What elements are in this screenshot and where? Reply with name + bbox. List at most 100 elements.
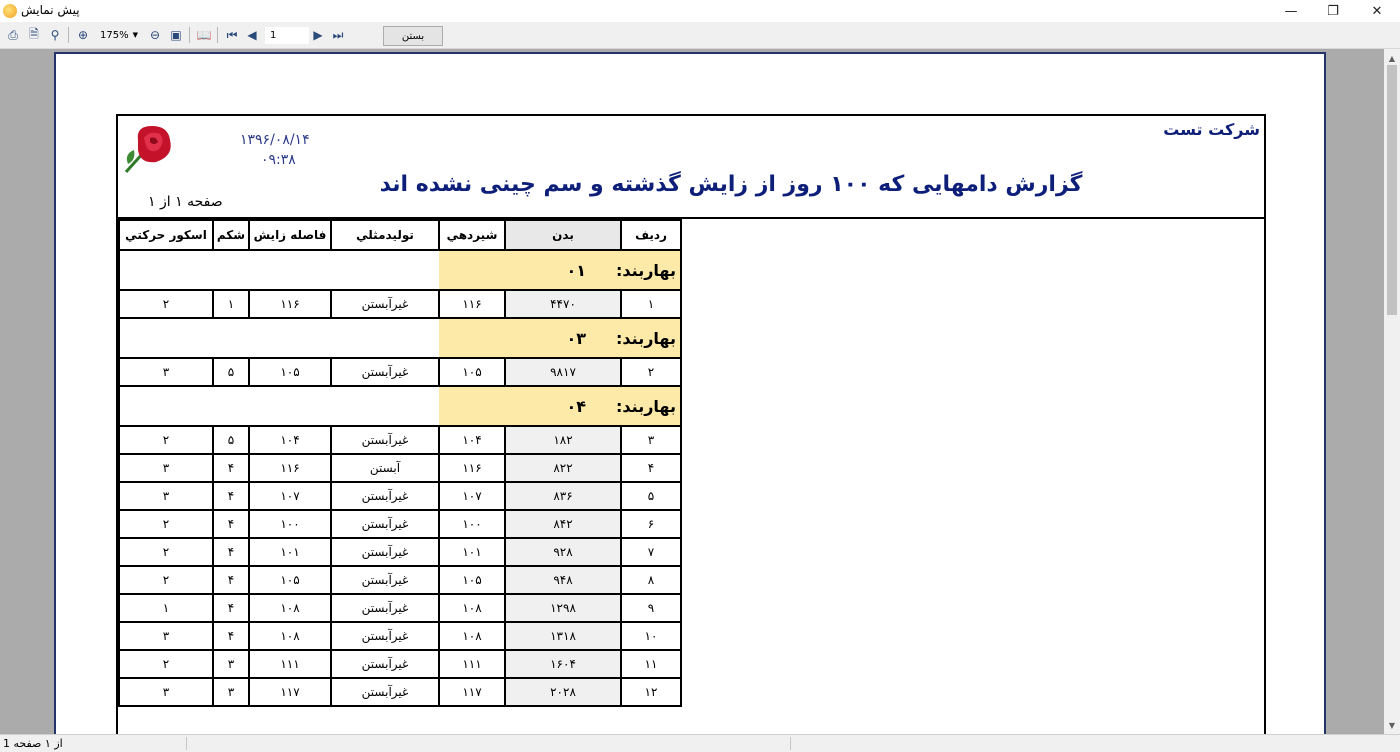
zoom-select[interactable]: 175% ▼	[100, 28, 140, 42]
export-icon[interactable]: 🗎	[26, 27, 42, 43]
table-cell: ۳	[118, 621, 214, 651]
status-bar: از ۱ صفحه 1	[0, 734, 1400, 752]
table-row: ۳ ۱۸۲ ۱۰۴ غیرآبستن ۱۰۴ ۵ ۲	[118, 425, 682, 455]
table-row: ۴ ۸۲۲ ۱۱۶ آبستن ۱۱۶ ۴ ۳	[118, 453, 682, 483]
group-value: ۰۳	[566, 328, 587, 348]
table-cell: ۱۰۰	[438, 509, 506, 539]
table-cell: ۱۱۷	[248, 677, 332, 707]
page-number-input[interactable]: 1	[265, 27, 309, 44]
last-page-icon[interactable]: ⏭	[330, 27, 346, 43]
table-cell: غیرآبستن	[330, 509, 440, 539]
table-cell: ۴	[212, 481, 250, 511]
group-label-text: بهاربند:	[616, 260, 676, 280]
table-cell: ۱۰۵	[438, 357, 506, 387]
report-table: رديف بدن شيردهي توليدمثلي فاصله زايش شکم…	[118, 219, 682, 707]
table-row: ۱۱ ۱۶۰۴ ۱۱۱ غیرآبستن ۱۱۱ ۳ ۲	[118, 649, 682, 679]
report-time: ۰۹:۳۸	[261, 152, 296, 168]
table-row: ۲ ۹۸۱۷ ۱۰۵ غیرآبستن ۱۰۵ ۵ ۳	[118, 357, 682, 387]
table-cell: غیرآبستن	[330, 481, 440, 511]
minimize-button[interactable]: —	[1268, 0, 1314, 22]
table-cell: ۵	[212, 425, 250, 455]
table-cell: ۱۱۱	[438, 649, 506, 679]
table-cell: غیرآبستن	[330, 357, 440, 387]
table-cell: ۷	[620, 537, 682, 567]
scroll-up-icon[interactable]: ▲	[1384, 51, 1400, 65]
table-cell: ۱۰۸	[438, 621, 506, 651]
report-page: شرکت تست ۱۳۹۶/۰۸/۱۴ ۰۹:۳۸ گزارش دامهایی …	[54, 52, 1326, 734]
book-icon[interactable]: 📖	[196, 27, 212, 43]
table-cell: ۴	[212, 593, 250, 623]
report-title: گزارش دامهایی که ۱۰۰ روز از زایش گذشته و…	[379, 172, 1083, 197]
table-cell: ۲۰۲۸	[504, 677, 622, 707]
zoom-out-icon[interactable]: ⊖	[147, 27, 163, 43]
title-bar: پیش نمایش — ❐ ✕	[0, 0, 1400, 22]
first-page-icon[interactable]: ⏮	[224, 27, 240, 43]
group-value: ۰۴	[566, 396, 587, 416]
table-cell: ۳	[620, 425, 682, 455]
table-cell: ۱۰۸	[248, 621, 332, 651]
previous-page-icon[interactable]: ◀	[244, 27, 260, 43]
table-cell: ۱۰۱	[438, 537, 506, 567]
table-cell: ۸۲۲	[504, 453, 622, 483]
table-cell: ۴	[212, 453, 250, 483]
status-divider	[790, 737, 791, 750]
table-cell: ۵	[212, 357, 250, 387]
table-cell: غیرآبستن	[330, 593, 440, 623]
column-header: اسکور حرکتي	[118, 219, 214, 251]
column-header: فاصله زايش	[248, 219, 332, 251]
group-label-text: بهاربند:	[616, 328, 676, 348]
table-cell: ۴۴۷۰	[504, 289, 622, 319]
table-cell: ۱۱۶	[248, 453, 332, 483]
table-cell: ۱۱۶	[438, 289, 506, 319]
table-cell: ۱۰۷	[438, 481, 506, 511]
group-spacer	[118, 249, 439, 291]
table-body: بهاربند:۰۱ ۱ ۴۴۷۰ ۱۱۶ غیرآبستن ۱۱۶ ۱ ۲ بهاربند:۰…	[118, 249, 682, 707]
table-cell: ۱	[212, 289, 250, 319]
table-cell: ۸۳۶	[504, 481, 622, 511]
close-window-button[interactable]: ✕	[1354, 0, 1400, 22]
table-cell: ۱۰۸	[248, 593, 332, 623]
find-icon[interactable]: ⚲	[47, 27, 63, 43]
table-cell: ۹۸۱۷	[504, 357, 622, 387]
app-icon	[3, 4, 17, 18]
table-cell: ۴	[212, 537, 250, 567]
table-cell: ۳	[118, 481, 214, 511]
table-cell: ۱۰۰	[248, 509, 332, 539]
group-label: بهاربند: ۰۴	[439, 385, 682, 427]
company-name: شرکت تست	[1163, 120, 1260, 139]
table-cell: ۱۲	[620, 677, 682, 707]
table-cell: غیرآبستن	[330, 425, 440, 455]
table-row: ۹ ۱۲۹۸ ۱۰۸ غیرآبستن ۱۰۸ ۴ ۱	[118, 593, 682, 623]
table-cell: ۲	[118, 565, 214, 595]
report-date: ۱۳۹۶/۰۸/۱۴	[240, 132, 310, 148]
table-cell: ۸۴۲	[504, 509, 622, 539]
vertical-scrollbar[interactable]: ▲ ▼	[1384, 49, 1400, 734]
scroll-down-icon[interactable]: ▼	[1384, 718, 1400, 732]
group-label: بهاربند: ۰۱	[439, 249, 682, 291]
group-header-row: بهاربند: ۰۳	[118, 317, 682, 359]
page-width-icon[interactable]: ▣	[168, 27, 184, 43]
table-row: ۷ ۹۲۸ ۱۰۱ غیرآبستن ۱۰۱ ۴ ۲	[118, 537, 682, 567]
column-header: شيردهي	[438, 219, 506, 251]
table-row: ۱۲ ۲۰۲۸ ۱۱۷ غیرآبستن ۱۱۷ ۳ ۳	[118, 677, 682, 707]
table-cell: ۱	[620, 289, 682, 319]
next-page-icon[interactable]: ▶	[310, 27, 326, 43]
table-cell: غیرآبستن	[330, 565, 440, 595]
print-icon[interactable]: ⎙	[5, 27, 21, 43]
table-cell: ۱۱۶	[248, 289, 332, 319]
status-page-info: از ۱ صفحه 1	[3, 737, 63, 750]
zoom-in-icon[interactable]: ⊕	[75, 27, 91, 43]
table-cell: ۱۰۸	[438, 593, 506, 623]
table-cell: ۴	[620, 453, 682, 483]
table-cell: غیرآبستن	[330, 649, 440, 679]
table-row: ۵ ۸۳۶ ۱۰۷ غیرآبستن ۱۰۷ ۴ ۳	[118, 481, 682, 511]
table-cell: آبستن	[330, 453, 440, 483]
restore-button[interactable]: ❐	[1310, 0, 1356, 22]
table-cell: ۳	[212, 677, 250, 707]
table-cell: ۴	[212, 565, 250, 595]
scrollbar-thumb[interactable]	[1387, 65, 1397, 315]
table-cell: ۱۰۵	[248, 565, 332, 595]
close-preview-button[interactable]: بستن	[383, 26, 443, 46]
table-cell: ۱۲۹۸	[504, 593, 622, 623]
group-header-row: بهاربند: ۰۱	[118, 249, 682, 291]
